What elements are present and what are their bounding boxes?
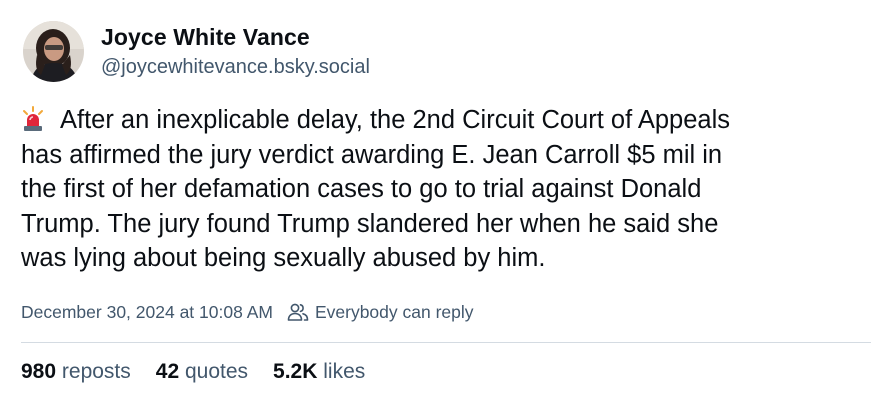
reply-setting[interactable]: Everybody can reply <box>287 302 474 323</box>
quotes-stat[interactable]: 42 quotes <box>156 360 248 384</box>
avatar-photo-icon <box>23 21 84 82</box>
post-timestamp[interactable]: December 30, 2024 at 10:08 AM <box>21 302 273 323</box>
reposts-stat[interactable]: 980 reposts <box>21 360 131 384</box>
post-line-2: has affirmed the jury verdict awarding E… <box>21 140 723 169</box>
reply-setting-label: Everybody can reply <box>314 301 474 322</box>
post-line-1-text: After an inexplicable delay, the 2nd Cir… <box>60 106 730 134</box>
post-meta: December 30, 2024 at 10:08 AM Everybody … <box>21 300 474 324</box>
author-handle[interactable]: @joycewhitevance.bsky.social <box>101 56 370 79</box>
engagement-stats: 980 reposts 42 quotes 5.2K likes <box>21 360 390 384</box>
author-avatar[interactable] <box>23 21 84 82</box>
post-line-1: After an inexplicable delay, the 2nd Cir… <box>21 103 856 138</box>
post-line-5: was lying about being sexually abused by… <box>21 244 546 272</box>
likes-count: 5.2K <box>273 360 318 383</box>
author-display-name[interactable]: Joyce White Vance <box>101 24 310 51</box>
reposts-label: reposts <box>61 360 131 383</box>
quotes-label: quotes <box>184 360 249 383</box>
quotes-count: 42 <box>155 360 180 383</box>
post-body: After an inexplicable delay, the 2nd Cir… <box>21 103 856 276</box>
siren-icon <box>22 106 44 132</box>
post-card: Joyce White Vance @joycewhitevance.bsky.… <box>0 0 871 402</box>
likes-stat[interactable]: 5.2K likes <box>273 360 365 384</box>
reposts-count: 980 <box>21 360 57 383</box>
post-line-4: Trump. The jury found Trump slandered he… <box>21 209 719 238</box>
likes-label: likes <box>323 360 366 383</box>
stats-divider <box>21 342 871 343</box>
people-icon <box>287 302 309 322</box>
post-line-3: the first of her defamation cases to go … <box>21 175 702 203</box>
